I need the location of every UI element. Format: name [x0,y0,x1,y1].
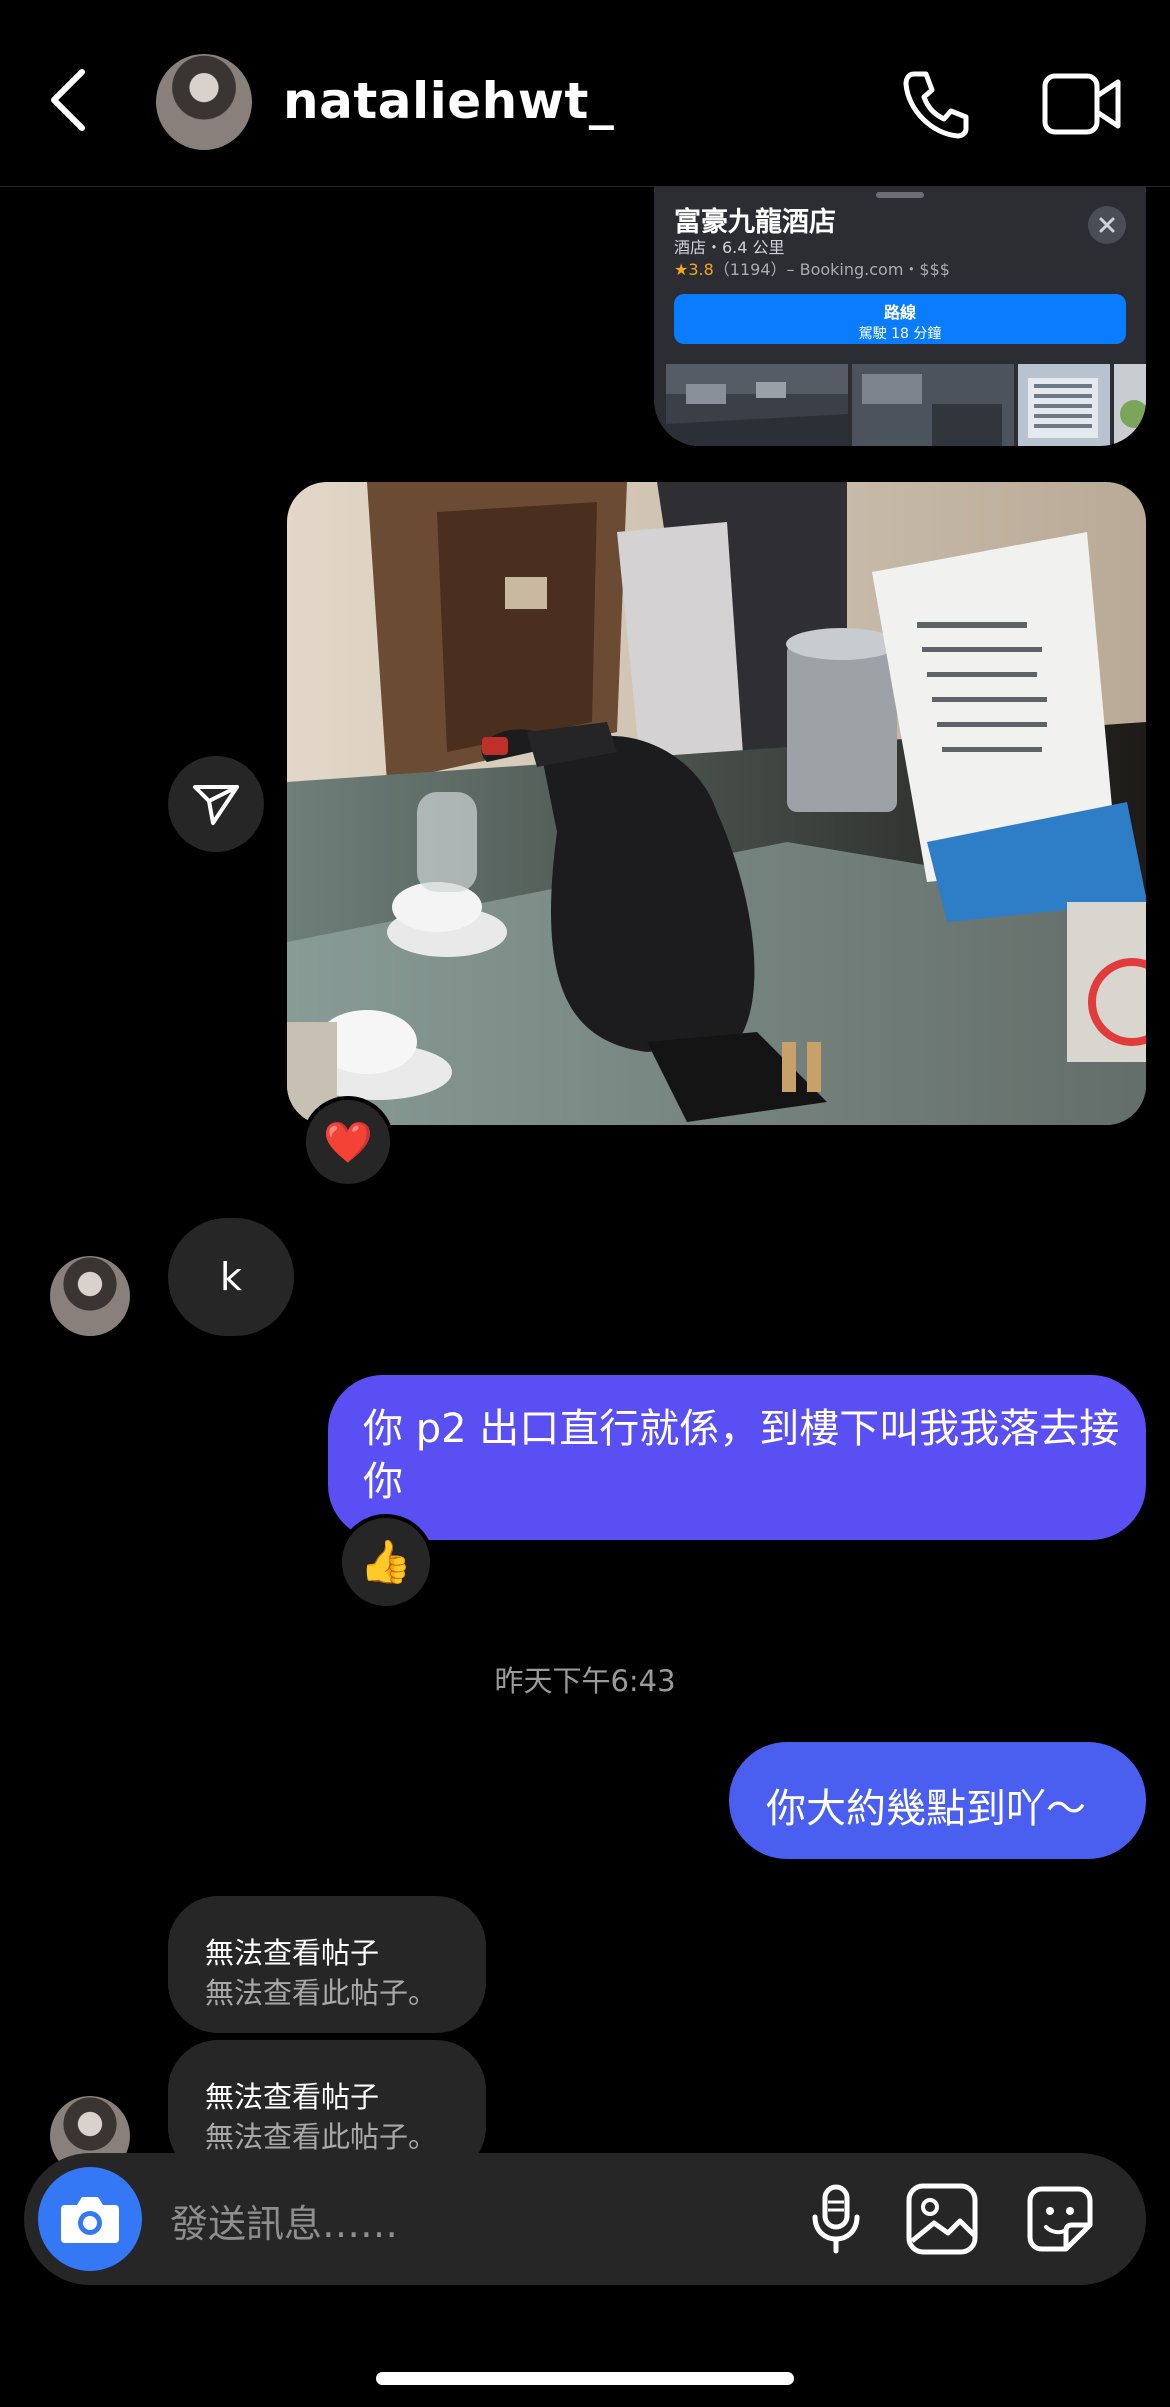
sent-message-text: 你 p2 出口直行就係，到樓下叫我我落去接你 [363,1406,1120,1505]
message-reaction[interactable]: 👍 [338,1514,434,1610]
location-photo [852,364,1014,446]
profile-avatar[interactable] [156,54,252,150]
gallery-button[interactable] [904,2181,980,2257]
shared-location-card[interactable]: 富豪九龍酒店 酒店・6.4 公里 ★3.8（1194）– Booking.com… [654,186,1146,446]
video-call-button[interactable] [1040,66,1124,142]
sticker-icon [1027,2186,1093,2252]
received-message-bubble[interactable]: k [168,1218,294,1336]
chat-username[interactable]: nataliehwt_ [283,72,614,130]
home-indicator [376,2372,794,2385]
phone-icon [903,71,969,139]
close-icon [1099,217,1115,233]
post-subtitle: 無法查看此帖子。 [205,1976,438,2010]
back-button[interactable] [40,60,100,140]
location-subtitle: 酒店・6.4 公里 [674,238,785,257]
camera-icon [61,2197,119,2243]
unavailable-post-bubble[interactable]: 無法查看帖子 無法查看此帖子。 [168,1896,486,2033]
message-timestamp: 昨天下午6:43 [494,1664,676,1698]
route-button[interactable]: 路線 駕駛 18 分鐘 [674,294,1126,344]
sent-photo[interactable] [287,482,1146,1125]
sheet-handle [876,192,924,198]
post-title: 無法查看帖子 [205,2080,380,2114]
image-icon [906,2183,978,2255]
voice-message-button[interactable] [798,2181,874,2257]
chevron-left-icon [51,69,85,131]
chat-header: nataliehwt_ [0,0,1170,187]
star-icon: ★ [674,260,689,279]
camera-button[interactable] [38,2167,142,2271]
route-label: 路線 [883,303,916,322]
sent-message-bubble[interactable]: 你大約幾點到吖～ [729,1742,1146,1859]
location-photo [1114,364,1146,446]
sent-message-bubble[interactable]: 你 p2 出口直行就係，到樓下叫我我落去接你 [328,1375,1146,1540]
share-button[interactable] [168,756,264,852]
rating-detail: （1194）– Booking.com・$$$ [713,260,950,279]
post-subtitle: 無法查看此帖子。 [205,2120,438,2154]
location-rating: ★3.8（1194）– Booking.com・$$$ [674,256,950,280]
message-input[interactable]: 發送訊息…… [170,2193,398,2248]
paper-plane-icon [193,785,239,825]
rating-value: 3.8 [688,260,714,279]
location-photo [1018,364,1110,446]
message-composer: 發送訊息…… [24,2153,1146,2285]
sticker-button[interactable] [1022,2181,1098,2257]
hotel-room-photo [287,482,1146,1125]
location-photo [666,364,848,446]
post-title: 無法查看帖子 [205,1936,380,1970]
video-camera-icon [1042,73,1121,135]
sent-message-text: 你大約幾點到吖～ [766,1786,1086,1832]
voice-call-button[interactable] [896,64,976,144]
sender-avatar[interactable] [50,1256,130,1336]
microphone-icon [812,2184,860,2254]
route-time: 駕駛 18 分鐘 [858,326,942,342]
photo-reaction[interactable]: ❤️ [302,1096,394,1188]
location-close-button[interactable] [1088,206,1126,244]
